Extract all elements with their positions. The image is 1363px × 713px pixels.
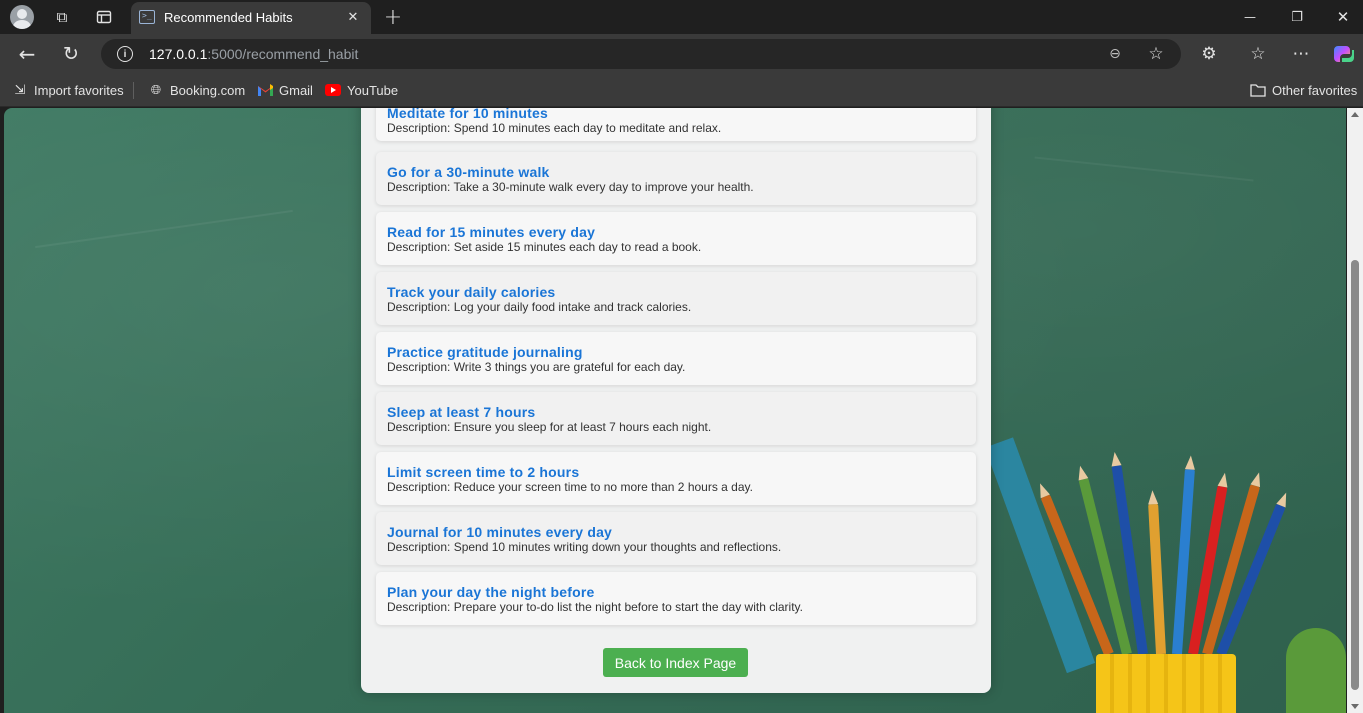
habit-title: Plan your day the night before [387,584,595,600]
favorite-import[interactable]: ⇲ Import favorites [12,81,124,99]
habit-description: Description: Write 3 things you are grat… [387,360,686,374]
habit-description: Description: Spend 10 minutes each day t… [387,121,722,135]
habit-description: Description: Set aside 15 minutes each d… [387,240,702,254]
habit-item: Practice gratitude journaling Descriptio… [376,332,976,385]
terminal-favicon-icon: >_ [139,10,155,24]
gmail-icon [257,82,273,98]
habit-title: Limit screen time to 2 hours [387,464,580,480]
scroll-up-arrow-icon[interactable] [1351,112,1359,117]
habit-title: Journal for 10 minutes every day [387,524,613,540]
habit-item: Meditate for 10 minutes Description: Spe… [376,108,976,141]
import-icon: ⇲ [14,82,26,98]
scrollbar-thumb[interactable] [1351,260,1359,690]
chalkboard-smudge [1034,156,1254,182]
habit-item: Track your daily calories Description: L… [376,272,976,325]
new-tab-icon[interactable]: + [381,5,405,30]
favorite-label: Gmail [279,82,313,98]
globe-icon: 🌐︎ [150,82,162,98]
cactus-decoration [1286,628,1346,713]
habit-item: Sleep at least 7 hours Description: Ensu… [376,392,976,445]
habit-title: Practice gratitude journaling [387,344,583,360]
back-to-index-button[interactable]: Back to Index Page [603,648,748,677]
favorite-label: Other favorites [1272,82,1358,98]
habit-description: Description: Take a 30-minute walk every… [387,180,754,194]
habit-item: Journal for 10 minutes every day Descrip… [376,512,976,565]
site-info-icon[interactable]: i [117,46,133,62]
vertical-tabs-icon[interactable] [94,7,114,27]
pencil-decoration [1148,503,1166,655]
favorite-gmail[interactable]: Gmail [257,81,313,99]
habit-item: Plan your day the night before Descripti… [376,572,976,625]
other-favorites[interactable]: Other favorites [1250,81,1357,99]
habit-title: Go for a 30-minute walk [387,164,550,180]
habit-description: Description: Reduce your screen time to … [387,480,753,494]
tab-close-icon[interactable]: ✕ [343,7,363,27]
chalkboard-smudge [35,209,293,249]
window-close-icon[interactable]: ✕ [1333,7,1353,27]
habit-description: Description: Spend 10 minutes writing do… [387,540,782,554]
extensions-icon[interactable]: ⚙ [1198,43,1220,65]
refresh-icon[interactable]: ↻ [60,43,82,65]
tab-bar: ⧉ >_ Recommended Habits ✕ + — ❐ ✕ [0,0,1363,34]
habit-item: Limit screen time to 2 hours Description… [376,452,976,505]
favorite-label: Import favorites [34,82,124,98]
favorite-label: YouTube [347,82,399,98]
pencil-decoration [1172,469,1195,655]
pencil-cup-decoration [1096,654,1236,713]
habit-title: Track your daily calories [387,284,556,300]
navigation-toolbar: ← ↻ i 127.0.0.1:5000/recommend_habit ⊖ ☆… [0,34,1363,74]
zoom-out-icon[interactable]: ⊖ [1106,45,1124,63]
address-bar[interactable]: i 127.0.0.1:5000/recommend_habit ⊖ ☆ [101,39,1181,69]
favorites-divider [133,82,134,99]
url-text[interactable]: 127.0.0.1:5000/recommend_habit [149,46,358,62]
page-viewport: Meditate for 10 minutes Description: Spe… [4,108,1346,713]
favorite-label: Booking.com [170,82,246,98]
restore-icon[interactable]: ❐ [1287,7,1307,27]
more-menu-icon[interactable]: ⋯ [1290,43,1312,65]
habit-item: Read for 15 minutes every day Descriptio… [376,212,976,265]
favorite-booking[interactable]: 🌐︎ Booking.com [148,81,245,99]
minimize-icon[interactable]: — [1240,7,1260,27]
scroll-down-arrow-icon[interactable] [1351,704,1359,709]
folder-icon [1250,82,1266,98]
favorite-youtube[interactable]: YouTube [325,81,398,99]
page-scrollbar[interactable] [1347,108,1363,713]
workspaces-icon[interactable]: ⧉ [52,7,72,27]
favorite-star-icon[interactable]: ☆ [1146,44,1166,64]
copilot-icon[interactable] [1332,42,1356,66]
active-tab[interactable]: >_ Recommended Habits ✕ [131,2,371,34]
habit-description: Description: Prepare your to-do list the… [387,600,803,614]
back-arrow-icon[interactable]: ← [16,42,38,66]
habit-item: Go for a 30-minute walk Description: Tak… [376,152,976,205]
tab-title: Recommended Habits [164,10,293,25]
habit-description: Description: Log your daily food intake … [387,300,692,314]
habit-title: Read for 15 minutes every day [387,224,596,240]
favorites-bar: ⇲ Import favorites 🌐︎ Booking.com Gmail … [0,74,1363,107]
favorites-list-icon[interactable]: ☆ [1247,43,1269,65]
habit-title: Meditate for 10 minutes [387,108,548,121]
profile-avatar-icon[interactable] [10,5,34,29]
youtube-icon [325,82,341,98]
habits-card: Meditate for 10 minutes Description: Spe… [361,108,991,693]
habit-title: Sleep at least 7 hours [387,404,536,420]
habit-description: Description: Ensure you sleep for at lea… [387,420,712,434]
